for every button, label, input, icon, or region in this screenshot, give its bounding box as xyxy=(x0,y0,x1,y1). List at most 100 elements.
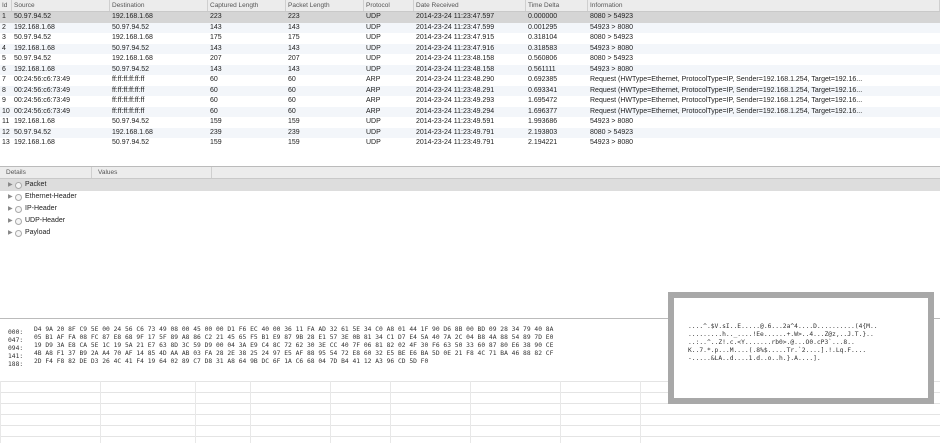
ascii-line: K..7.*.p...M....(.8%$.....Tr.`2....].!.L… xyxy=(688,347,867,354)
table-row[interactable]: 2 192.168.1.68 50.97.94.52 143 143 UDP 2014-23… xyxy=(0,22,940,33)
cell-information: 54923 > 8080 xyxy=(590,23,634,31)
col-time-delta[interactable]: Time Delta xyxy=(526,0,588,11)
cell-date-received: 2014-23-24 11:23:47.915 xyxy=(416,34,495,41)
col-values[interactable]: Values xyxy=(92,167,212,178)
cell-packet-length: 60 xyxy=(288,76,296,83)
table-row[interactable]: 9 00:24:56:c6:73:49 ff:ff:ff:ff:ff:ff 60 60 A… xyxy=(0,96,940,107)
cell-protocol: UDP xyxy=(366,139,381,146)
table-row[interactable]: 11 192.168.1.68 50.97.94.52 159 159 UDP 2014-2… xyxy=(0,117,940,128)
table-row[interactable]: 10 00:24:56:c6:73:49 ff:ff:ff:ff:ff:ff 60 60… xyxy=(0,106,940,117)
ascii-highlight-box: ....^.$V.sI..E.....@.6...2a^4....D......… xyxy=(668,292,934,404)
cell-destination: 192.168.1.68 xyxy=(112,128,153,136)
cell-information: 54923 > 8080 xyxy=(590,118,634,125)
cell-time-delta: 0.560806 xyxy=(528,55,558,62)
cell-destination: 50.97.94.52 xyxy=(112,23,149,31)
tree-item[interactable]: ▶ Payload xyxy=(0,227,940,239)
cell-packet-length: 239 xyxy=(288,128,300,136)
tree-item-label: IP-Header xyxy=(25,205,57,212)
table-row[interactable]: 1 50.97.94.52 192.168.1.68 223 223 UDP 2014-23… xyxy=(0,12,940,23)
cell-destination: ff:ff:ff:ff:ff:ff xyxy=(112,107,145,115)
cell-captured-length: 143 xyxy=(210,44,222,52)
cell-date-received: 2014-23-24 11:23:48.291 xyxy=(416,86,495,94)
disclosure-triangle-icon[interactable]: ▶ xyxy=(8,203,15,215)
cell-time-delta: 0.000000 xyxy=(528,13,558,20)
packet-table-header: Id Source Destination Captured Length Pa… xyxy=(0,0,940,12)
cell-source: 50.97.94.52 xyxy=(14,34,51,41)
cell-destination: 192.168.1.68 xyxy=(112,34,153,41)
cell-id: 1 xyxy=(2,13,6,20)
cell-source: 00:24:56:c6:73:49 xyxy=(14,107,71,115)
cell-id: 7 xyxy=(2,76,6,83)
tree-item[interactable]: ▶ Ethernet-Header xyxy=(0,191,940,203)
cell-id: 3 xyxy=(2,34,6,41)
cell-protocol: UDP xyxy=(366,55,381,62)
table-row[interactable]: 5 50.97.94.52 192.168.1.68 207 207 UDP 2014-23… xyxy=(0,54,940,65)
cell-destination: 192.168.1.68 xyxy=(112,55,153,62)
cell-packet-length: 60 xyxy=(288,97,296,104)
table-row[interactable]: 8 00:24:56:c6:73:49 ff:ff:ff:ff:ff:ff 60 60 A… xyxy=(0,85,940,96)
cell-information: Request (HWType=Ethernet, ProtocolType=I… xyxy=(590,107,863,115)
table-row[interactable]: 7 00:24:56:c6:73:49 ff:ff:ff:ff:ff:ff 60 60 A… xyxy=(0,75,940,86)
table-row[interactable]: 12 50.97.94.52 192.168.1.68 239 239 UDP 2014-2… xyxy=(0,127,940,138)
table-row[interactable]: 3 50.97.94.52 192.168.1.68 175 175 UDP 2014-23… xyxy=(0,33,940,44)
cell-time-delta: 1.696377 xyxy=(528,107,558,115)
col-date-received[interactable]: Date Received xyxy=(414,0,526,11)
cell-protocol: UDP xyxy=(366,65,381,73)
tree-item-label: Payload xyxy=(25,229,51,236)
grid-line xyxy=(560,381,561,443)
cell-protocol: UDP xyxy=(366,118,381,125)
cell-destination: ff:ff:ff:ff:ff:ff xyxy=(112,86,145,94)
node-icon xyxy=(15,205,22,213)
cell-protocol: ARP xyxy=(366,86,381,94)
col-destination[interactable]: Destination xyxy=(110,0,208,11)
grid-line xyxy=(250,381,251,443)
cell-destination: ff:ff:ff:ff:ff:ff xyxy=(112,76,145,83)
table-row[interactable]: 13 192.168.1.68 50.97.94.52 159 159 UDP 2014-2… xyxy=(0,138,940,149)
hex-line[interactable]: 141: 4B A8 F1 37 B9 2A A4 70 AF 14 85 4D … xyxy=(8,350,684,360)
col-source[interactable]: Source xyxy=(12,0,110,11)
grid-line xyxy=(195,381,196,443)
tree-item[interactable]: ▶ UDP-Header xyxy=(0,215,940,227)
col-id[interactable]: Id xyxy=(0,0,12,11)
cell-information: 8080 > 54923 xyxy=(590,34,634,41)
col-protocol[interactable]: Protocol xyxy=(364,0,414,11)
disclosure-triangle-icon[interactable]: ▶ xyxy=(8,215,15,227)
cell-time-delta: 1.695472 xyxy=(528,97,558,104)
cell-source: 00:24:56:c6:73:49 xyxy=(14,86,71,94)
tree-item[interactable]: ▶ Packet xyxy=(0,179,940,191)
col-packet-length[interactable]: Packet Length xyxy=(286,0,364,11)
cell-date-received: 2014-23-24 11:23:49.591 xyxy=(416,118,495,125)
col-details[interactable]: Details xyxy=(0,167,92,178)
details-header: Details Values xyxy=(0,167,940,179)
hex-bytes: 4B A8 F1 37 B9 2A A4 70 AF 14 85 4D AA A… xyxy=(34,350,554,357)
cell-time-delta: 1.993686 xyxy=(528,118,558,125)
cell-captured-length: 175 xyxy=(210,34,222,41)
tree-item[interactable]: ▶ IP-Header xyxy=(0,203,940,215)
table-row[interactable]: 4 192.168.1.68 50.97.94.52 143 143 UDP 2014-23… xyxy=(0,43,940,54)
cell-time-delta: 0.693341 xyxy=(528,86,558,94)
hex-line[interactable]: 094: 19 D9 3A E8 CA 5E 1C 19 5A 21 E7 63 … xyxy=(8,342,684,352)
node-icon xyxy=(15,229,22,237)
cell-packet-length: 143 xyxy=(288,23,300,31)
hex-line[interactable]: 000: D4 9A 20 8F C9 5E 00 24 56 C6 73 49 … xyxy=(8,326,684,336)
tree-item-label: UDP-Header xyxy=(25,217,66,224)
cell-protocol: UDP xyxy=(366,23,381,31)
col-captured-length[interactable]: Captured Length xyxy=(208,0,286,11)
packet-rows: 1 50.97.94.52 192.168.1.68 223 223 UDP 2014-23… xyxy=(0,12,940,149)
disclosure-triangle-icon[interactable]: ▶ xyxy=(8,179,15,191)
cell-information: 8080 > 54923 xyxy=(590,55,634,62)
cell-packet-length: 60 xyxy=(288,86,296,94)
hex-line[interactable]: 047: 05 B1 AF FA 08 FC 87 E8 68 9F 17 5F … xyxy=(8,334,684,344)
hex-line[interactable]: 188: 2D F4 F8 82 DE D3 26 4C 41 F4 19 64 … xyxy=(8,358,684,368)
table-row[interactable]: 6 192.168.1.68 50.97.94.52 143 143 UDP 2014-23… xyxy=(0,64,940,75)
disclosure-triangle-icon[interactable]: ▶ xyxy=(8,227,15,239)
cell-information: 54923 > 8080 xyxy=(590,44,634,52)
disclosure-triangle-icon[interactable]: ▶ xyxy=(8,191,15,203)
cell-date-received: 2014-23-24 11:23:49.791 xyxy=(416,128,495,136)
cell-date-received: 2014-23-24 11:23:49.294 xyxy=(416,107,495,115)
packet-table: Id Source Destination Captured Length Pa… xyxy=(0,0,940,149)
cell-destination: ff:ff:ff:ff:ff:ff xyxy=(112,97,145,104)
cell-protocol: ARP xyxy=(366,107,381,115)
col-information[interactable]: Information xyxy=(588,0,940,11)
grid-line xyxy=(0,381,1,443)
